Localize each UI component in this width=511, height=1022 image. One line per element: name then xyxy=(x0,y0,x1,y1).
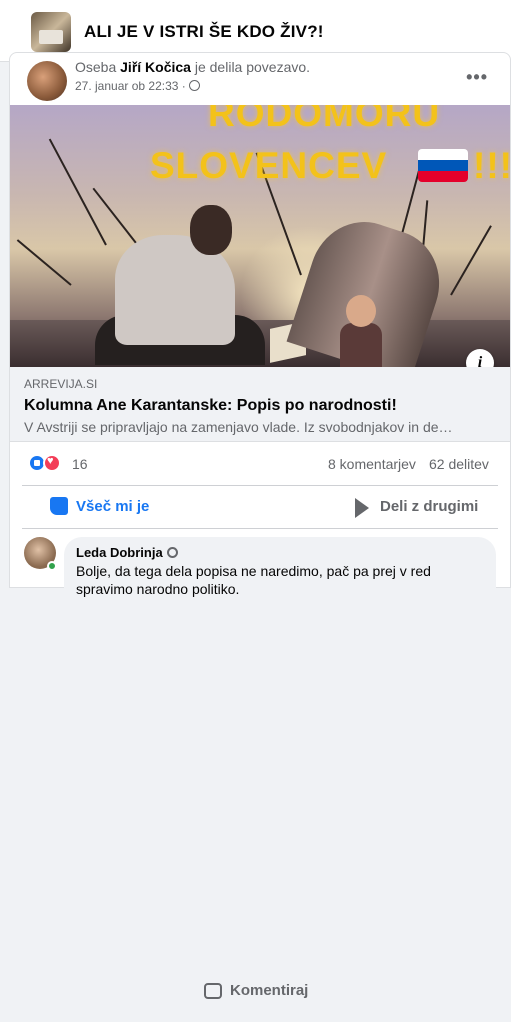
flag-stripe-red xyxy=(418,171,468,182)
post-actions: Všeč mi je Komentiraj Deli z drugimi xyxy=(22,485,498,999)
comment-bubble: Leda Dobrinja Bolje, da tega dela popisa… xyxy=(64,537,496,597)
comment: Leda Dobrinja Bolje, da tega dela popisa… xyxy=(24,537,504,597)
post-timestamp[interactable]: 27. januar ob 22:33 · xyxy=(75,79,200,93)
share-button[interactable]: Deli z drugimi xyxy=(352,486,478,528)
love-reaction-icon[interactable] xyxy=(43,454,61,472)
post-date[interactable]: 27. januar ob 22:33 · xyxy=(75,79,186,93)
link-preview-image[interactable]: RODOMORU SLOVENCEV !!! xyxy=(10,105,510,367)
link-title[interactable]: Kolumna Ane Karantanske: Popis po narodn… xyxy=(24,397,397,415)
sharer-avatar[interactable] xyxy=(27,61,67,101)
arrow-decoration xyxy=(16,239,72,286)
comment-author-line: Leda Dobrinja xyxy=(76,545,484,560)
sharer-name[interactable]: Jiří Kočica xyxy=(120,59,191,75)
image-headline-exclaim: !!! xyxy=(473,145,510,186)
sharer-suffix: je delila povezavo. xyxy=(194,59,311,75)
comment-button[interactable]: Komentiraj xyxy=(204,970,511,1022)
comment-text: Bolje, da tega dela popisa ne naredimo, … xyxy=(76,563,431,597)
link-preview[interactable]: ARREVIJA.SI Kolumna Ane Karantanske: Pop… xyxy=(10,367,510,442)
slovenia-flag-icon xyxy=(418,149,468,182)
thumbs-up-icon xyxy=(50,497,68,515)
image-headline-line2: SLOVENCEV xyxy=(150,145,388,186)
link-description: V Avstriji se pripravljajo na zamenjavo … xyxy=(24,419,453,435)
arrow-decoration xyxy=(450,225,492,296)
like-label: Všeč mi je xyxy=(76,498,150,515)
post-card: Oseba Jiří Kočica je delila povezavo. 27… xyxy=(9,52,511,999)
comment-label: Komentiraj xyxy=(230,982,309,999)
shares-count[interactable]: 62 delitev xyxy=(429,456,489,472)
online-status-dot xyxy=(47,561,57,571)
comment-author[interactable]: Leda Dobrinja xyxy=(76,545,163,560)
share-label: Deli z drugimi xyxy=(380,498,479,515)
speech-bubble-icon xyxy=(204,983,222,999)
reaction-count[interactable]: 16 xyxy=(72,456,88,472)
more-options-icon[interactable]: ••• xyxy=(466,67,488,88)
group-thumbnail[interactable] xyxy=(31,12,71,52)
globe-icon xyxy=(188,80,200,91)
group-title[interactable]: ALI JE V ISTRI ŠE KDO ŽIV?! xyxy=(84,22,324,42)
flag-stripe-white xyxy=(418,149,468,160)
flag-stripe-blue xyxy=(418,160,468,171)
member-badge-icon xyxy=(166,547,178,558)
like-button[interactable]: Všeč mi je xyxy=(50,486,149,528)
sharer-prefix: Oseba xyxy=(75,59,117,75)
comments-count[interactable]: 8 komentarjev xyxy=(328,456,416,472)
image-headline-line1: RODOMORU xyxy=(208,105,441,134)
link-domain: ARREVIJA.SI xyxy=(24,377,98,391)
woman-figure xyxy=(95,205,265,365)
post-stats: 16 8 komentarjev 62 delitev xyxy=(10,450,510,478)
share-arrow-icon xyxy=(355,498,369,518)
child-figure xyxy=(340,295,382,367)
sharer-line: Oseba Jiří Kočica je delila povezavo. xyxy=(75,59,310,75)
